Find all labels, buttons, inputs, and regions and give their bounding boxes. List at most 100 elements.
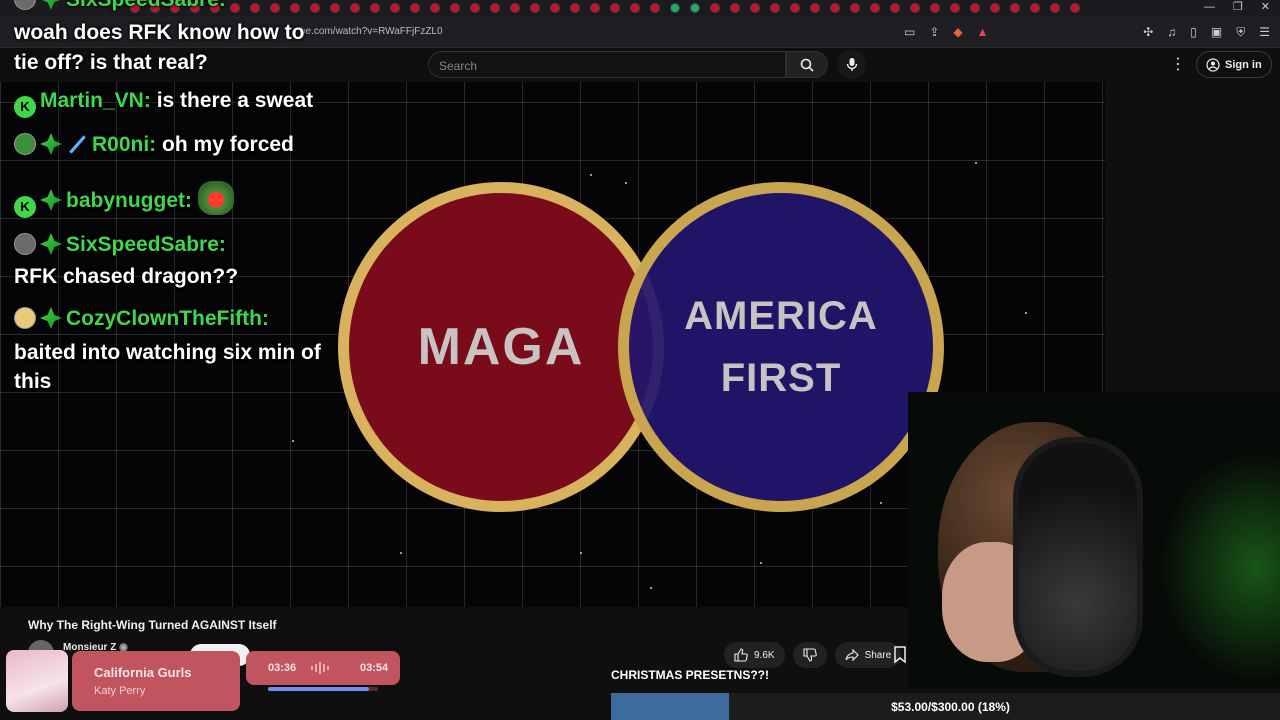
browser-tab[interactable] <box>450 3 460 13</box>
browser-tab[interactable] <box>570 3 580 13</box>
browser-tab[interactable] <box>770 3 780 13</box>
browser-tab[interactable] <box>990 3 1000 13</box>
browser-tab[interactable] <box>1030 3 1040 13</box>
headphones-icon <box>1013 437 1143 677</box>
sidebar-icon[interactable]: ▯ <box>1190 25 1197 40</box>
sign-in-label: Sign in <box>1225 58 1262 71</box>
browser-tab[interactable] <box>750 3 760 13</box>
chat-message: SixSpeedSabre: <box>14 0 226 12</box>
browser-tab[interactable] <box>410 3 420 13</box>
subscriber-badge-icon <box>40 133 62 155</box>
browser-tab[interactable] <box>830 3 840 13</box>
dislike-button[interactable] <box>792 642 827 668</box>
browser-tab[interactable] <box>630 3 640 13</box>
webcam-feed <box>908 392 1280 688</box>
chat-message-text: baited into watching six min of this <box>14 341 321 393</box>
extensions-icon[interactable]: ✣ <box>1143 25 1153 40</box>
media-icon[interactable]: ♫ <box>1167 25 1176 40</box>
browser-tab[interactable] <box>810 3 820 13</box>
chat-message: Kbabynugget: <box>14 181 234 218</box>
subscriber-badge-icon <box>40 307 62 329</box>
subscriber-badge-icon <box>40 0 62 10</box>
chat-message-text: is there a sweat <box>156 89 314 112</box>
browser-tab[interactable] <box>930 3 940 13</box>
wallet-icon[interactable]: ▣ <box>1211 25 1222 40</box>
save-icon[interactable] <box>890 644 910 664</box>
voice-search-button[interactable] <box>837 50 866 79</box>
donation-goal-text: $53.00/$300.00 (18%) <box>891 700 1010 714</box>
chat-message-text: oh my forced <box>162 133 294 156</box>
browser-tab[interactable] <box>430 3 440 13</box>
browser-tab[interactable] <box>790 3 800 13</box>
search-button[interactable] <box>786 51 828 78</box>
k-badge-icon: K <box>14 96 36 118</box>
browser-tab[interactable] <box>670 3 680 13</box>
search-icon <box>800 58 814 72</box>
browser-tab[interactable] <box>1070 3 1080 13</box>
like-button[interactable]: 9.6K <box>724 642 785 668</box>
chat-username: SixSpeedSabre: <box>66 233 226 256</box>
donation-goal-bar: $53.00/$300.00 (18%) <box>611 693 1280 720</box>
share-icon <box>845 648 859 662</box>
search-input[interactable]: Search <box>428 51 786 78</box>
vpn-icon[interactable]: ⛨ <box>1236 25 1245 40</box>
cast-icon[interactable]: ▭ <box>904 25 915 39</box>
browser-tab[interactable] <box>550 3 560 13</box>
more-options-icon[interactable]: ⋮ <box>1170 54 1186 74</box>
microphone-icon <box>846 58 857 71</box>
browser-tab[interactable] <box>970 3 980 13</box>
browser-tab[interactable] <box>690 3 700 13</box>
goal-label: CHRISTMAS PRESETNS??! <box>611 668 770 682</box>
video-title: Why The Right-Wing Turned AGAINST Itself <box>28 618 277 632</box>
subscriber-badge-icon <box>40 189 62 211</box>
screaming-emote-icon <box>198 181 234 215</box>
chat-username: SixSpeedSabre: <box>66 0 226 11</box>
song-time-card: 03:36 03:54 <box>246 651 400 685</box>
thumbs-up-icon <box>734 648 748 662</box>
maximize-button[interactable]: ❐ <box>1233 0 1243 14</box>
like-count: 9.6K <box>754 649 775 661</box>
browser-tab[interactable] <box>870 3 880 13</box>
browser-tab[interactable] <box>510 3 520 13</box>
browser-tab[interactable] <box>490 3 500 13</box>
audio-wave-icon <box>311 662 329 674</box>
chat-message: CozyClownTheFifth: <box>14 307 269 331</box>
browser-tab[interactable] <box>650 3 660 13</box>
browser-tab[interactable] <box>390 3 400 13</box>
browser-tab[interactable] <box>1010 3 1020 13</box>
browser-tab[interactable] <box>710 3 720 13</box>
song-artist: Katy Perry <box>94 685 146 697</box>
share-label: Share <box>864 649 892 661</box>
browser-tab[interactable] <box>530 3 540 13</box>
america-first-label: AMERICA FIRST <box>684 294 878 400</box>
browser-tab[interactable] <box>610 3 620 13</box>
total-time: 03:54 <box>360 662 389 674</box>
song-title: California Gurls <box>94 665 192 680</box>
sign-in-button[interactable]: Sign in <box>1196 51 1272 78</box>
browser-tab[interactable] <box>730 3 740 13</box>
browser-tab[interactable] <box>910 3 920 13</box>
rewards-icon[interactable]: ▲ <box>977 25 989 39</box>
brave-shield-icon[interactable]: ◆ <box>953 25 962 39</box>
chat-message: K Martin_VN: is there a sweat <box>14 89 313 118</box>
minimize-button[interactable]: — <box>1204 0 1215 14</box>
menu-icon[interactable]: ☰ <box>1259 25 1270 40</box>
browser-tab[interactable] <box>470 3 480 13</box>
browser-tab[interactable] <box>590 3 600 13</box>
subscriber-badge-icon <box>40 233 62 255</box>
user-avatar-icon <box>14 0 36 10</box>
browser-tab[interactable] <box>1050 3 1060 13</box>
chat-message: R00ni: oh my forced <box>14 133 294 157</box>
stream-chat-overlay: SixSpeedSabre: woah does RFK know how to… <box>0 0 340 400</box>
browser-tab[interactable] <box>850 3 860 13</box>
chat-username: babynugget: <box>66 189 192 212</box>
browser-tab[interactable] <box>350 3 360 13</box>
browser-tab[interactable] <box>890 3 900 13</box>
browser-tab[interactable] <box>370 3 380 13</box>
thumbs-down-icon <box>803 648 817 662</box>
share-page-icon[interactable]: ⇪ <box>929 25 939 39</box>
browser-tab[interactable] <box>950 3 960 13</box>
close-window-button[interactable]: ✕ <box>1261 0 1270 14</box>
chat-message-text: RFK chased dragon?? <box>14 265 239 288</box>
chat-message: SixSpeedSabre: <box>14 233 226 257</box>
